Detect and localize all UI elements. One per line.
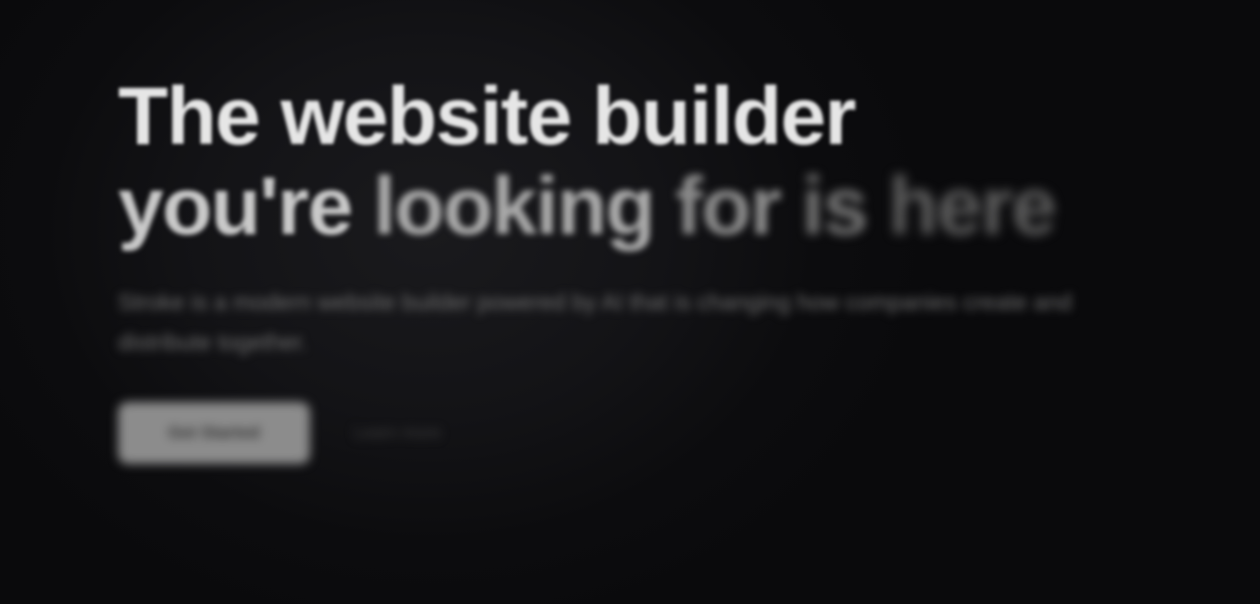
headline-word: here bbox=[888, 161, 1057, 252]
hero-headline: The website builder you're looking for i… bbox=[118, 72, 1158, 252]
headline-word: is bbox=[801, 161, 869, 252]
headline-word: for bbox=[675, 161, 781, 252]
headline-word: looking bbox=[373, 161, 656, 252]
hero-actions: Get Started Learn more bbox=[118, 402, 1158, 464]
headline-word: you're bbox=[118, 161, 353, 252]
hero-subtext: Stroke is a modern website builder power… bbox=[118, 289, 1072, 355]
headline-line-2: you're looking for is here bbox=[118, 162, 1158, 252]
landing-page: The website builder you're looking for i… bbox=[0, 0, 1260, 604]
hero-section: The website builder you're looking for i… bbox=[118, 72, 1158, 464]
headline-line-1: The website builder bbox=[118, 71, 856, 162]
get-started-button[interactable]: Get Started bbox=[118, 402, 310, 464]
learn-more-link[interactable]: Learn more bbox=[354, 402, 441, 464]
